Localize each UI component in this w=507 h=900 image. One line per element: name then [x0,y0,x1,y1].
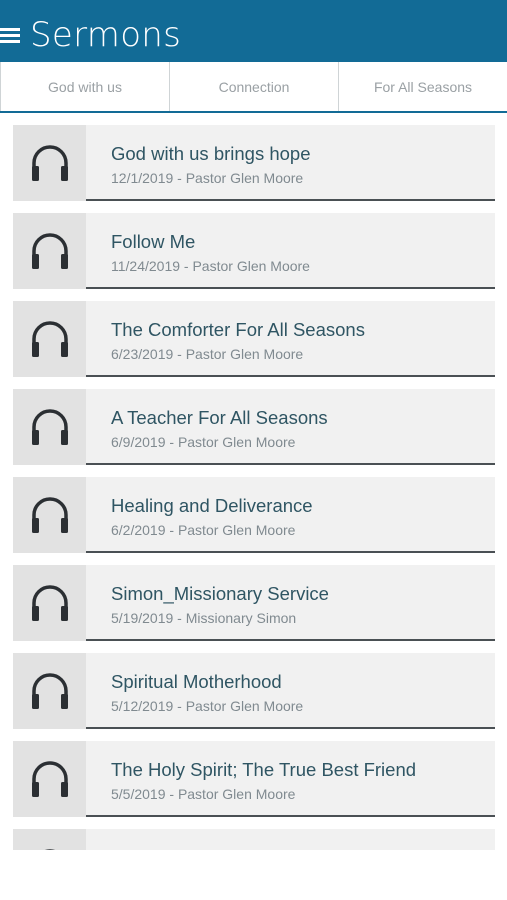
sermon-title: God with us brings hope [111,143,311,164]
sermon-title: The Holy Spirit; The True Best Friend [111,759,417,780]
sermon-date-speaker: 6/23/2019 - Pastor Glen Moore [111,346,304,362]
headphones-icon [13,565,86,641]
sermon-date-speaker: 12/1/2019 - Pastor Glen Moore [111,170,304,186]
sermon-item[interactable]: Spiritual Motherhood 5/12/2019 - Pastor … [13,653,495,729]
headphones-icon [13,653,86,729]
sermon-item[interactable]: Simon_Missionary Service 5/19/2019 - Mis… [13,565,495,641]
headphones-icon [13,125,86,201]
sermon-item[interactable]: God with us brings hope 12/1/2019 - Past… [13,125,495,201]
sermon-date-speaker: 6/9/2019 - Pastor Glen Moore [111,434,296,450]
sermon-item[interactable]: A Teacher For All Seasons 6/9/2019 - Pas… [13,389,495,465]
tab-bar: God with us Connection For All Seasons [0,62,507,113]
sermon-title: Simon_Missionary Service [111,583,329,604]
tab-god-with-us[interactable]: God with us [0,62,169,111]
hamburger-menu-icon[interactable] [0,28,22,44]
headphones-icon [13,829,86,850]
sermon-date-speaker: 11/24/2019 - Pastor Glen Moore [111,258,310,274]
sermon-title: Healing and Deliverance [111,495,313,516]
app-header: Sermons [0,0,507,62]
sermon-item[interactable]: The Holy Spirit; The True Best Friend 5/… [13,741,495,817]
sermon-title: Spiritual Motherhood [111,671,282,692]
headphones-icon [13,741,86,817]
headphones-icon [13,477,86,553]
sermon-title: The Comforter For All Seasons [111,319,365,340]
sermon-item-partial[interactable] [13,829,495,850]
sermon-list[interactable]: God with us brings hope 12/1/2019 - Past… [13,125,495,850]
tab-connection[interactable]: Connection [169,62,338,111]
sermon-date-speaker: 6/2/2019 - Pastor Glen Moore [111,522,296,538]
sermon-title: A Teacher For All Seasons [111,407,328,428]
sermon-item[interactable]: The Comforter For All Seasons 6/23/2019 … [13,301,495,377]
headphones-icon [13,301,86,377]
sermon-date-speaker: 5/12/2019 - Pastor Glen Moore [111,698,304,714]
page-title: Sermons [30,15,182,55]
sermon-date-speaker: 5/5/2019 - Pastor Glen Moore [111,786,296,802]
sermon-date-speaker: 5/19/2019 - Missionary Simon [111,610,297,626]
headphones-icon [13,213,86,289]
sermon-item[interactable]: Follow Me 11/24/2019 - Pastor Glen Moore [13,213,495,289]
tab-for-all-seasons[interactable]: For All Seasons [338,62,507,111]
sermon-title: Follow Me [111,231,196,252]
sermon-item[interactable]: Healing and Deliverance 6/2/2019 - Pasto… [13,477,495,553]
headphones-icon [13,389,86,465]
